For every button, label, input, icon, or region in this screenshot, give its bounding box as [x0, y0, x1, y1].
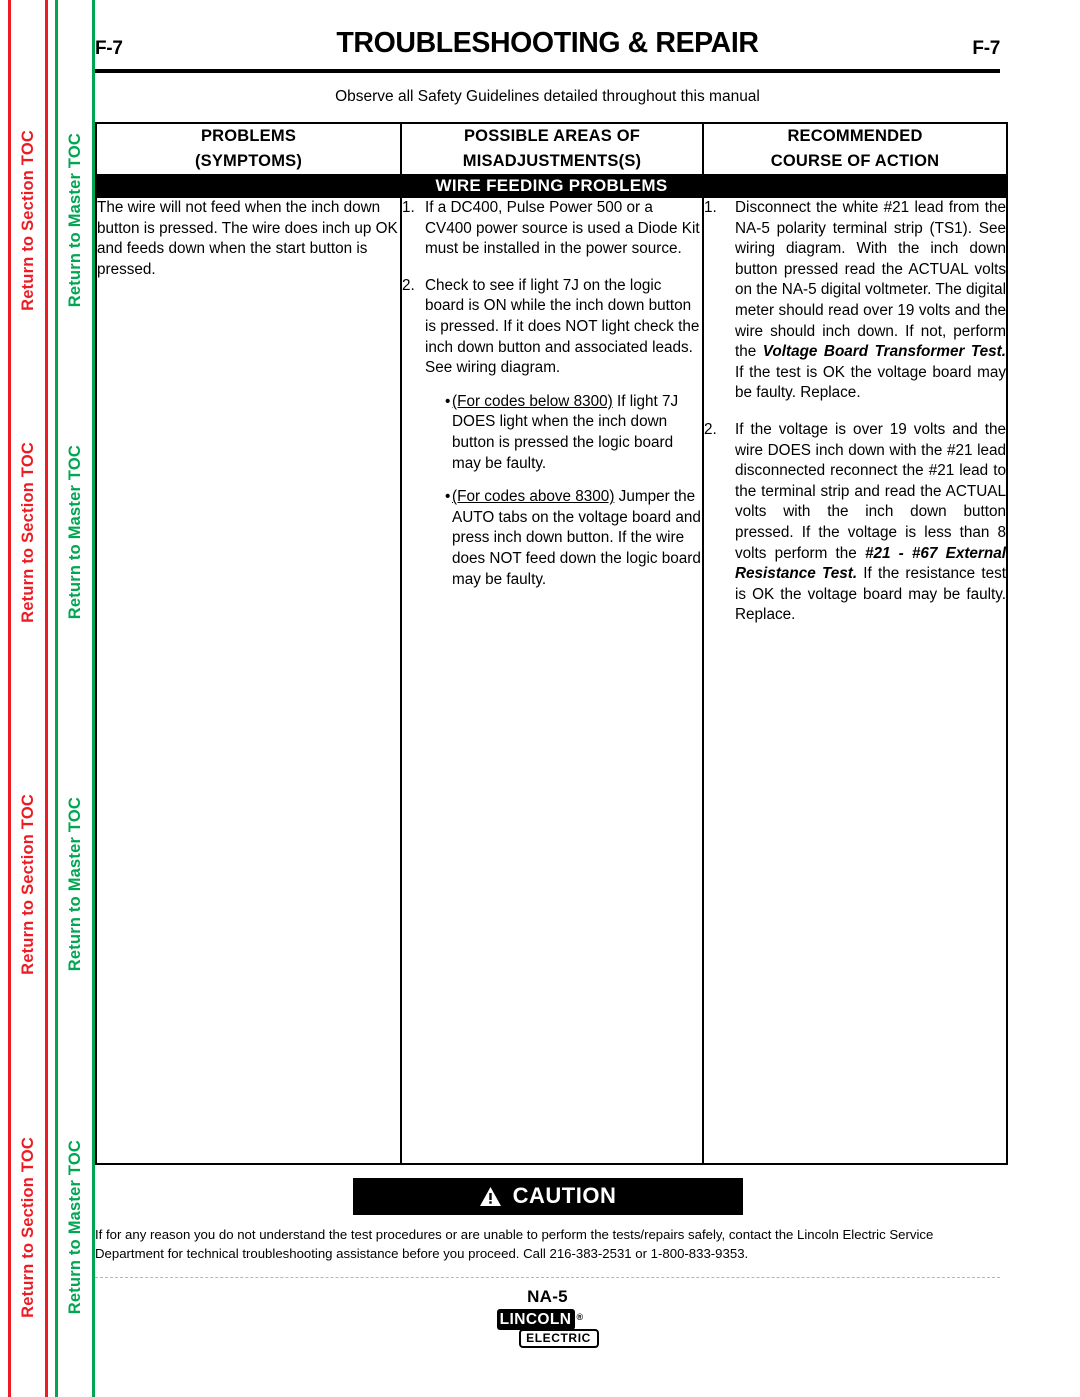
page-header: F-7 TROUBLESHOOTING & REPAIR F-7 — [95, 22, 1000, 68]
item-number: 2. — [704, 420, 717, 438]
caution-bar: CAUTION — [352, 1178, 743, 1215]
return-to-master-toc-label[interactable]: Return to Master TOC — [66, 445, 85, 619]
toc-slot[interactable]: Return to Section TOC — [19, 352, 38, 712]
item-text-with-bullets: Check to see if light 7J on the logic bo… — [425, 276, 702, 590]
return-to-section-toc-label[interactable]: Return to Section TOC — [19, 794, 38, 975]
column-header-recommended-action: RECOMMENDED COURSE OF ACTION — [702, 122, 1008, 176]
cell-recommended-action: 1. Disconnect the white #21 lead from th… — [702, 196, 1008, 1165]
misadjustment-bullet-1: • (For codes below 8300) If light 7J DOE… — [425, 392, 702, 474]
troubleshooting-table: PROBLEMS (SYMPTOMS) POSSIBLE AREAS OF MI… — [95, 122, 1008, 1165]
cell-misadjustments: 1. If a DC400, Pulse Power 500 or a CV40… — [400, 196, 704, 1165]
folio-left: F-7 — [95, 38, 123, 59]
return-to-master-toc-rail[interactable]: Return to Master TOC Return to Master TO… — [55, 0, 95, 1397]
section-banner-row: WIRE FEEDING PROBLEMS — [95, 174, 1008, 198]
section-banner-wire-feeding-problems: WIRE FEEDING PROBLEMS — [95, 174, 1008, 198]
logo-lincoln-text: LINCOLN — [496, 1309, 575, 1330]
header-divider — [95, 69, 1000, 73]
item-text: If the voltage is over 19 volts and the … — [735, 420, 1006, 626]
warning-triangle-icon — [479, 1186, 501, 1206]
action-text-part1: Disconnect the white #21 lead from the N… — [735, 199, 1006, 361]
action-text-part1: If the voltage is over 19 volts and the … — [735, 420, 1006, 562]
bullet-underlined-label: (For codes below 8300) — [452, 392, 613, 410]
return-to-master-toc-label[interactable]: Return to Master TOC — [66, 1140, 85, 1314]
toc-slot[interactable]: Return to Master TOC — [66, 712, 85, 1057]
return-to-section-toc-label[interactable]: Return to Section TOC — [19, 130, 38, 311]
action-text-part2: If the test is OK the voltage board may … — [735, 363, 1006, 402]
return-to-master-toc-label[interactable]: Return to Master TOC — [66, 797, 85, 971]
action-item-2: 2. If the voltage is over 19 volts and t… — [704, 420, 1006, 626]
action-item-1: 1. Disconnect the white #21 lead from th… — [704, 198, 1006, 404]
page-title: TROUBLESHOOTING & REPAIR — [336, 27, 759, 59]
column-header-line2: MISADJUSTMENTS(S) — [462, 152, 642, 170]
toc-slot[interactable]: Return to Master TOC — [66, 352, 85, 712]
misadjustment-item-2: 2. Check to see if light 7J on the logic… — [402, 276, 702, 590]
toc-slot[interactable]: Return to Section TOC — [19, 1057, 38, 1397]
caution-block: CAUTION If for any reason you do not und… — [95, 1178, 1000, 1263]
page-footer: NA-5 LINCOLN ® ELECTRIC — [95, 1287, 1000, 1356]
action-emphasis-voltage-board-transformer-test: Voltage Board Transformer Test. — [762, 343, 1007, 361]
return-to-section-toc-label[interactable]: Return to Section TOC — [19, 442, 38, 623]
table-row: The wire will not feed when the inch dow… — [95, 196, 1008, 1165]
column-header-line1: PROBLEMS — [200, 127, 297, 145]
safety-guidelines-note: Observe all Safety Guidelines detailed t… — [335, 88, 760, 105]
bullet-point-icon: • — [445, 392, 451, 410]
misadjustment-bullet-2: • (For codes above 8300) Jumper the AUTO… — [425, 487, 702, 590]
bullet-underlined-label: (For codes above 8300) — [452, 488, 615, 506]
item-text: If a DC400, Pulse Power 500 or a CV400 p… — [425, 199, 700, 258]
item-number: 1. — [402, 199, 415, 216]
logo-electric-text: ELECTRIC — [518, 1329, 599, 1348]
item-number: 2. — [402, 276, 415, 294]
symptom-text: The wire will not feed when the inch dow… — [97, 199, 398, 278]
column-header-misadjustments: POSSIBLE AREAS OF MISADJUSTMENTS(S) — [400, 122, 704, 176]
column-header-line1: POSSIBLE AREAS OF — [463, 127, 641, 145]
return-to-section-toc-rail[interactable]: Return to Section TOC Return to Section … — [8, 0, 48, 1397]
item-text: Disconnect the white #21 lead from the N… — [735, 198, 1006, 404]
toc-slot[interactable]: Return to Section TOC — [19, 0, 38, 352]
table-header-row: PROBLEMS (SYMPTOMS) POSSIBLE AREAS OF MI… — [95, 122, 1008, 176]
footer-divider — [95, 1277, 1000, 1278]
bullet-point-icon: • — [445, 488, 451, 506]
toc-slot[interactable]: Return to Master TOC — [66, 1057, 85, 1397]
return-to-section-toc-label[interactable]: Return to Section TOC — [19, 1137, 38, 1318]
item-number: 1. — [704, 199, 717, 216]
page-content: F-7 TROUBLESHOOTING & REPAIR F-7 Observe… — [95, 0, 1008, 1397]
misadjustment-item-1: 1. If a DC400, Pulse Power 500 or a CV40… — [402, 198, 702, 260]
return-to-master-toc-label[interactable]: Return to Master TOC — [66, 133, 85, 307]
folio-right: F-7 — [972, 38, 1000, 59]
caution-text: If for any reason you do not understand … — [95, 1227, 934, 1261]
bullet-text: (For codes below 8300) If light 7J DOES … — [452, 392, 702, 474]
column-header-line2: COURSE OF ACTION — [770, 152, 940, 170]
column-header-problems: PROBLEMS (SYMPTOMS) — [95, 122, 402, 176]
cell-symptom: The wire will not feed when the inch dow… — [95, 196, 402, 1165]
lincoln-electric-logo: LINCOLN ® ELECTRIC — [496, 1309, 599, 1351]
column-header-line1: RECOMMENDED — [787, 127, 923, 145]
toc-slot[interactable]: Return to Master TOC — [66, 0, 85, 352]
caution-label: CAUTION — [512, 1183, 617, 1208]
toc-slot[interactable]: Return to Section TOC — [19, 712, 38, 1057]
model-designation: NA-5 — [527, 1287, 568, 1306]
bullet-text: (For codes above 8300) Jumper the AUTO t… — [452, 487, 702, 590]
item-text: Check to see if light 7J on the logic bo… — [425, 276, 700, 377]
column-header-line2: (SYMPTOMS) — [194, 152, 303, 170]
registered-trademark-icon: ® — [576, 1312, 584, 1322]
